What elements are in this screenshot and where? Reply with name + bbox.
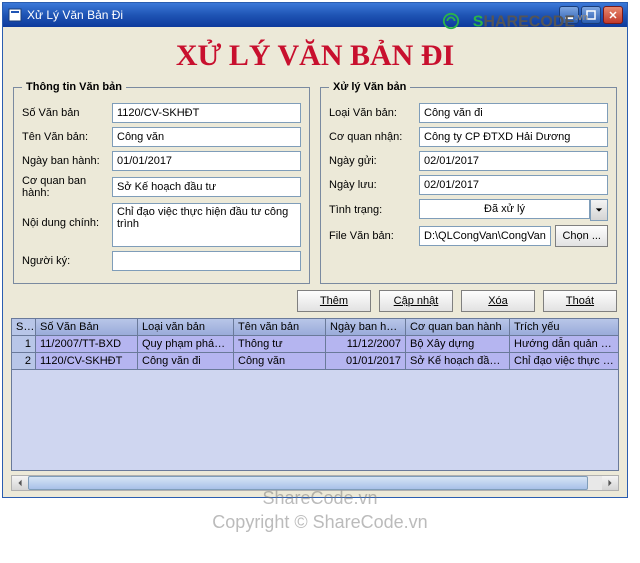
titlebar[interactable]: Xử Lý Văn Bản Đi <box>3 3 627 27</box>
xoa-button[interactable]: Xóa <box>461 290 535 312</box>
data-grid[interactable]: STT Số Văn Bản Loại văn bản Tên văn bản … <box>11 318 619 471</box>
table-cell[interactable]: 2 <box>12 353 36 369</box>
thoat-button[interactable]: Thoát <box>543 290 617 312</box>
grid-header-row: STT Số Văn Bản Loại văn bản Tên văn bản … <box>12 319 618 336</box>
page-title: XỬ LÝ VĂN BẢN ĐI <box>7 39 623 73</box>
group-xu-ly-van-ban: Xử lý Văn bản Loại Văn bản: Cơ quan nhận… <box>320 81 617 284</box>
input-tinh-trang[interactable] <box>419 199 590 219</box>
action-buttons: Thêm Cập nhật Xóa Thoát <box>7 284 623 316</box>
label-ten-van-ban: Tên Văn bản: <box>22 131 108 143</box>
group-thong-tin-van-ban: Thông tin Văn bản Số Văn bản Tên Văn bản… <box>13 81 310 284</box>
app-icon <box>7 7 23 23</box>
table-cell[interactable]: 1120/CV-SKHĐT <box>36 353 138 369</box>
table-row[interactable]: 21120/CV-SKHĐTCông văn điCông văn01/01/2… <box>12 353 618 370</box>
them-button[interactable]: Thêm <box>297 290 371 312</box>
input-ngay-ban-hanh[interactable] <box>112 151 301 171</box>
col-ten-van-ban[interactable]: Tên văn bản <box>234 319 326 335</box>
input-so-van-ban[interactable] <box>112 103 301 123</box>
label-ngay-gui: Ngày gửi: <box>329 155 415 167</box>
group-legend: Xử lý Văn bản <box>329 81 410 93</box>
maximize-button[interactable] <box>581 6 601 24</box>
input-ten-van-ban[interactable] <box>112 127 301 147</box>
scroll-right-button[interactable] <box>602 476 618 490</box>
window-title: Xử Lý Văn Bản Đi <box>27 8 123 22</box>
table-cell[interactable]: Bộ Xây dựng <box>406 336 510 352</box>
table-cell[interactable]: Chỉ đạo việc thực hiện đầu tư <box>510 353 618 369</box>
label-ngay-ban-hanh: Ngày ban hành: <box>22 155 108 167</box>
input-co-quan-ban-hanh[interactable] <box>112 177 301 197</box>
combo-tinh-trang[interactable] <box>419 199 608 221</box>
input-co-quan-nhan[interactable] <box>419 127 608 147</box>
label-co-quan-nhan: Cơ quan nhận: <box>329 131 415 143</box>
table-cell[interactable]: 1 <box>12 336 36 352</box>
label-so-van-ban: Số Văn bản <box>22 107 108 119</box>
label-ngay-luu: Ngày lưu: <box>329 179 415 191</box>
col-loai-van-ban[interactable]: Loại văn bản <box>138 319 234 335</box>
label-nguoi-ky: Người ký: <box>22 255 108 267</box>
table-cell[interactable]: 11/2007/TT-BXD <box>36 336 138 352</box>
table-cell[interactable]: Quy phạm pháp luật <box>138 336 234 352</box>
scroll-left-button[interactable] <box>12 476 28 490</box>
input-nguoi-ky[interactable] <box>112 251 301 271</box>
input-file-van-ban[interactable] <box>419 226 551 246</box>
col-so-van-ban[interactable]: Số Văn Bản <box>36 319 138 335</box>
input-ngay-luu[interactable] <box>419 175 608 195</box>
table-cell[interactable]: Sở Kế hoạch đầu tư <box>406 353 510 369</box>
input-noi-dung-chinh[interactable]: Chỉ đạo việc thực hiện đầu tư công trình <box>112 203 301 247</box>
table-row[interactable]: 111/2007/TT-BXDQuy phạm pháp luậtThông t… <box>12 336 618 353</box>
table-cell[interactable]: Công văn đi <box>138 353 234 369</box>
input-ngay-gui[interactable] <box>419 151 608 171</box>
close-button[interactable] <box>603 6 623 24</box>
table-cell[interactable]: Hướng dẫn quản lý vật liệu xây <box>510 336 618 352</box>
col-ngay-ban-hanh[interactable]: Ngày ban hành <box>326 319 406 335</box>
group-legend: Thông tin Văn bản <box>22 81 126 93</box>
label-loai-van-ban: Loại Văn bản: <box>329 107 415 119</box>
col-trich-yeu[interactable]: Trích yếu <box>510 319 618 335</box>
label-co-quan-ban-hanh: Cơ quan ban hành: <box>22 175 108 199</box>
label-file-van-ban: File Văn bản: <box>329 230 415 242</box>
table-cell[interactable]: 11/12/2007 <box>326 336 406 352</box>
grid-empty-area <box>12 370 618 470</box>
col-stt[interactable]: STT <box>12 319 36 335</box>
table-cell[interactable]: Thông tư <box>234 336 326 352</box>
table-cell[interactable]: 01/01/2017 <box>326 353 406 369</box>
col-co-quan-ban-hanh[interactable]: Cơ quan ban hành <box>406 319 510 335</box>
choose-file-button[interactable]: Chọn ... <box>555 225 608 247</box>
input-loai-van-ban[interactable] <box>419 103 608 123</box>
table-cell[interactable]: Công văn <box>234 353 326 369</box>
label-tinh-trang: Tình trạng: <box>329 204 415 216</box>
chevron-down-icon[interactable] <box>590 199 608 221</box>
minimize-button[interactable] <box>559 6 579 24</box>
label-noi-dung-chinh: Nội dung chính: <box>22 203 108 229</box>
horizontal-scrollbar[interactable] <box>11 475 619 491</box>
app-window: Xử Lý Văn Bản Đi XỬ LÝ VĂN BẢN ĐI Thông … <box>2 2 628 498</box>
scroll-thumb[interactable] <box>28 476 588 490</box>
watermark-text-2: Copyright © ShareCode.vn <box>0 512 640 533</box>
cap-nhat-button[interactable]: Cập nhật <box>379 290 453 312</box>
scroll-track[interactable] <box>28 476 602 490</box>
